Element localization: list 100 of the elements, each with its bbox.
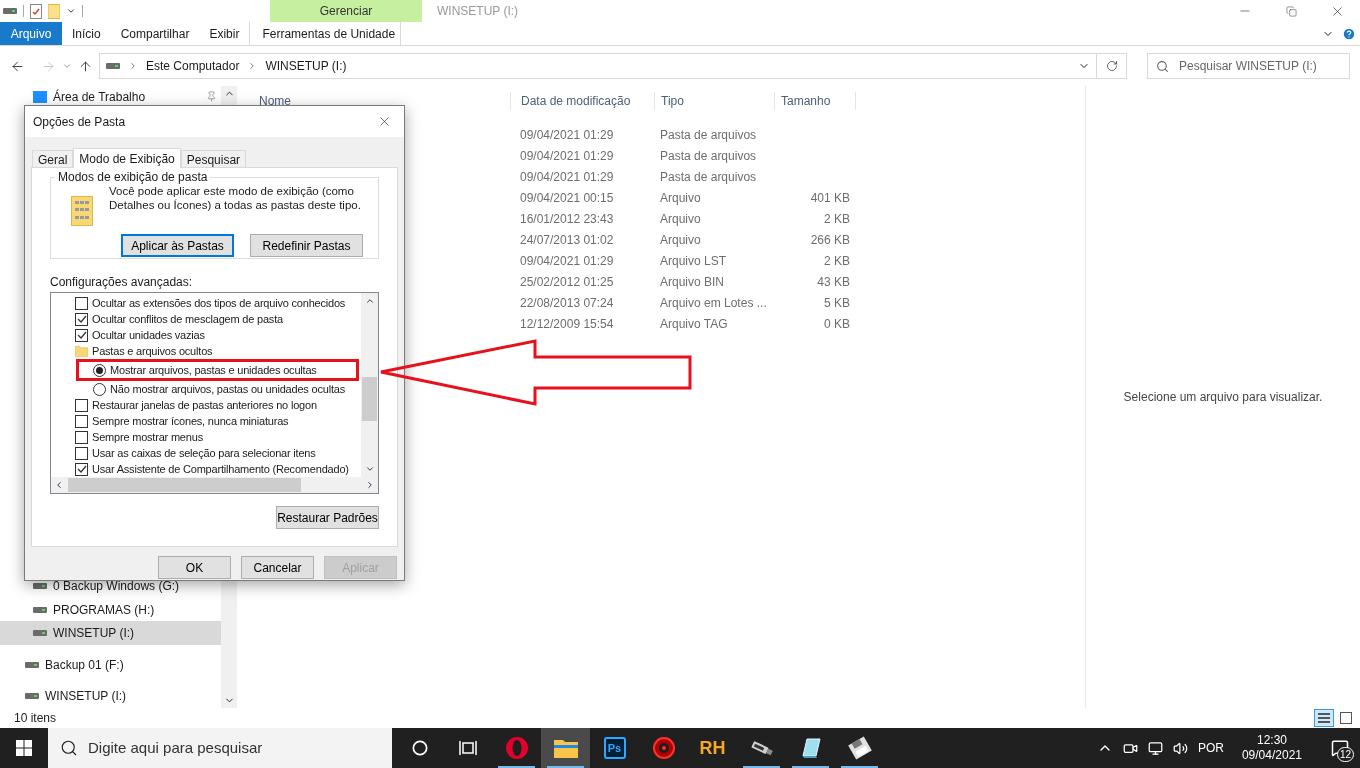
checkbox[interactable] <box>75 312 88 326</box>
dialog-button[interactable]: OK <box>158 556 231 579</box>
table-cell-text: 16/01/2012 23:43 <box>519 210 615 228</box>
drive-icon <box>33 582 47 591</box>
table-cell: 0 KB <box>824 316 850 331</box>
task-view-icon <box>459 740 477 756</box>
restore-defaults-button[interactable]: Restaurar Padrões <box>276 506 379 529</box>
table-cell: 43 KB <box>817 274 850 289</box>
search-icon <box>60 739 78 757</box>
checkbox[interactable] <box>75 414 88 428</box>
breadcrumb-separator-icon <box>128 61 138 71</box>
table-cell-text: 09/04/2021 01:29 <box>519 126 615 144</box>
setting-label: Usar as caixas de seleção para selecionar itens <box>92 445 316 461</box>
dialog-tab[interactable]: Geral <box>32 150 74 167</box>
horizontal-scrollbar[interactable] <box>51 477 378 493</box>
table-cell-text: 09/04/2021 01:29 <box>519 252 615 270</box>
dialog-tab[interactable]: Modo de Exibição <box>73 148 181 168</box>
table-cell-text: Pasta de arquivos <box>659 126 758 144</box>
column-header[interactable]: Tamanho <box>774 92 856 110</box>
checkbox[interactable] <box>75 462 88 476</box>
address-bar[interactable]: Este Computador WINSETUP (I:) <box>99 53 1097 79</box>
setting-label: Pastas e arquivos ocultos <box>92 343 213 359</box>
checkbox[interactable] <box>75 430 88 444</box>
setting-label: Ocultar as extensões dos tipos de arquivo conhecidos <box>92 295 346 311</box>
drive-icon <box>3 7 17 15</box>
desktop-icon <box>33 90 47 103</box>
column-header[interactable]: Data de modificação <box>510 92 654 110</box>
scroll-thumb[interactable] <box>362 377 377 421</box>
clock[interactable]: 12:30 09/04/2021 <box>1233 733 1310 763</box>
back-icon[interactable] <box>10 58 25 74</box>
setting-label: Ocultar conflitos de mesclagem de pasta <box>92 311 283 327</box>
table-cell-text: 24/07/2013 01:02 <box>519 231 615 249</box>
nav-item[interactable]: Backup 01 (F:) <box>0 652 221 677</box>
circle-icon <box>412 740 428 756</box>
notification-count: 12 <box>1336 747 1354 762</box>
checkbox[interactable] <box>75 328 88 342</box>
table-cell-text: Arquivo <box>659 189 702 207</box>
vertical-scrollbar[interactable] <box>361 293 378 477</box>
search-field[interactable]: Pesquisar WINSETUP (I:) <box>1147 53 1350 79</box>
table-cell-text: Arquivo <box>659 231 702 249</box>
drive-icon <box>25 660 39 669</box>
nav-item[interactable]: WINSETUP (I:) <box>0 684 221 708</box>
table-cell-text: Arquivo LST <box>659 252 728 270</box>
table-cell-text: 22/08/2013 07:24 <box>519 294 615 312</box>
taskbar-app-button[interactable]: Ps <box>590 728 639 768</box>
dialog-tab[interactable]: Pesquisar <box>180 150 247 167</box>
group-title: Modos de exibição de pasta <box>55 170 211 184</box>
checkbox[interactable] <box>75 398 88 412</box>
scroll-thumb[interactable] <box>68 478 301 492</box>
language-indicator[interactable]: POR <box>1197 739 1224 757</box>
folder-icon <box>553 738 578 758</box>
taskbar-search-input[interactable]: Digite aqui para pesquisar <box>88 736 392 760</box>
setting-label: Não mostrar arquivos, pastas ou unidades ocultas <box>110 381 345 397</box>
ribbon-tab[interactable]: Início <box>62 22 111 45</box>
drive-icon <box>25 692 39 701</box>
checkbox[interactable] <box>75 446 88 460</box>
radio-button[interactable] <box>93 363 106 377</box>
table-cell-text: 09/04/2021 01:29 <box>519 168 615 186</box>
setting-label: Restaurar janelas de pastas anteriores no logon <box>92 397 317 413</box>
search-input[interactable]: Pesquisar WINSETUP (I:) <box>1179 57 1349 75</box>
column-header[interactable]: Tipo <box>654 92 774 110</box>
nav-item[interactable]: PROGRAMAS (H:) <box>0 597 221 622</box>
up-icon[interactable] <box>78 58 93 74</box>
taskbar-search-field[interactable]: Digite aqui para pesquisar <box>48 728 392 768</box>
nav-item[interactable]: WINSETUP (I:) <box>0 621 221 645</box>
breadcrumb[interactable]: WINSETUP (I:) <box>265 57 347 75</box>
search-icon <box>1156 59 1169 73</box>
table-cell-text: 09/04/2021 00:15 <box>519 189 615 207</box>
ribbon-tab[interactable]: Exibir <box>199 22 250 45</box>
properties-icon[interactable] <box>30 3 42 19</box>
scroll-left-icon[interactable] <box>54 480 64 490</box>
drive-icon <box>106 62 120 70</box>
ribbon-tab[interactable]: Compartilhar <box>110 22 200 45</box>
network-icon[interactable] <box>1147 740 1163 756</box>
volume-icon[interactable] <box>1172 740 1188 756</box>
table-cell: 266 KB <box>810 232 850 247</box>
file-tab[interactable]: Arquivo <box>0 22 62 45</box>
details-view-icon[interactable] <box>1314 709 1334 727</box>
table-cell-text: Arquivo <box>659 210 702 228</box>
customize-menu-icon[interactable] <box>66 6 76 16</box>
help-icon[interactable] <box>1342 26 1356 41</box>
section-label: Configurações avançadas: <box>50 275 194 289</box>
setting-label: Sempre mostrar menus <box>92 429 203 445</box>
scroll-down-icon[interactable] <box>364 464 375 474</box>
table-cell: 2 KB <box>824 211 850 226</box>
setting-label: Ocultar unidades vazias <box>92 327 205 343</box>
notification-button[interactable]: 12 <box>1320 728 1360 768</box>
scroll-right-icon[interactable] <box>365 480 375 490</box>
windows-logo-icon <box>16 740 32 756</box>
table-cell-text: 12/12/2009 15:54 <box>519 315 615 333</box>
dialog-button[interactable]: Cancelar <box>241 556 314 579</box>
apply-button[interactable]: Aplicar às Pastas <box>121 234 234 257</box>
taskbar-app-button[interactable]: RH <box>688 728 737 768</box>
checkbox[interactable] <box>75 296 88 310</box>
refresh-button[interactable] <box>1097 53 1127 79</box>
scroll-up-icon[interactable] <box>364 296 375 306</box>
nav-item[interactable]: Área de Trabalho <box>0 86 221 108</box>
breadcrumb[interactable]: Este Computador <box>146 57 240 75</box>
radio-button[interactable] <box>93 382 106 396</box>
apply-button[interactable]: Redefinir Pastas <box>250 234 363 257</box>
